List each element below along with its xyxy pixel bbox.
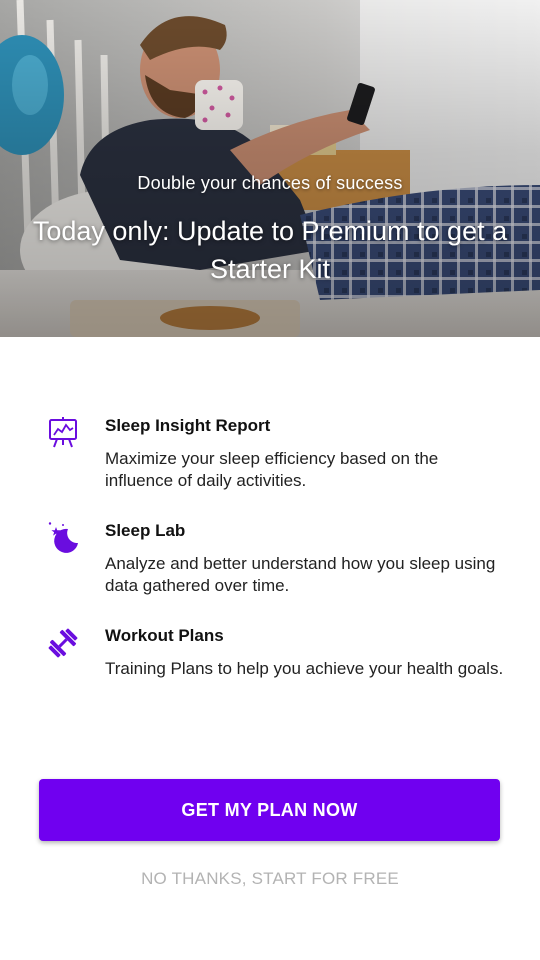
premium-offer-screen: Double your chances of success Today onl… — [0, 0, 540, 960]
moon-stars-icon — [48, 522, 78, 553]
hero-banner: Double your chances of success Today onl… — [0, 0, 540, 337]
presentation-chart-icon — [49, 417, 77, 448]
dumbbell-icon — [48, 628, 78, 658]
get-my-plan-button[interactable]: GET MY PLAN NOW — [39, 779, 500, 841]
hero-subtitle: Double your chances of success — [137, 173, 403, 193]
feature-description: Analyze and better understand how you sl… — [105, 554, 496, 595]
feature-title: Sleep Insight Report — [105, 416, 271, 435]
feature-title: Workout Plans — [105, 626, 224, 645]
feature-description: Maximize your sleep efficiency based on … — [105, 449, 439, 490]
feature-title: Sleep Lab — [105, 521, 186, 540]
hero-title: Today only: Update to Premium to get a S… — [32, 216, 508, 284]
feature-description: Training Plans to help you achieve your … — [105, 659, 504, 678]
no-thanks-link[interactable]: NO THANKS, START FOR FREE — [0, 869, 540, 889]
